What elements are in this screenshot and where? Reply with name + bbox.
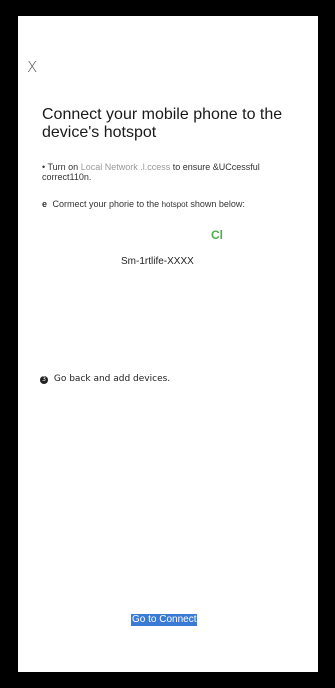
step-3-instruction: 3 Go back and add devices. [40,374,170,384]
device-frame: X Connect your mobile phone to the devic… [0,0,335,688]
wifi-icon: Cl [211,228,223,242]
step-2-hotspot-word: hotspot [161,200,188,209]
local-network-access-link[interactable]: Local Network .l.ccess [81,162,171,172]
step-2-suffix: shown below: [190,199,245,209]
step-3-text: Go back and add devices. [53,374,171,384]
step-2-instruction: e Cormect your phorie to the hotspot sho… [42,199,304,210]
hotspot-ssid: Sm-1rtlife-XXXX [121,256,194,267]
step-1-bullet: • [42,162,46,172]
go-to-connect-button[interactable]: Go to Connect [131,614,198,626]
step-3-number-badge: 3 [40,376,48,384]
step-1-instruction: • Turn on Local Network .l.ccess to ensu… [42,162,304,182]
step-1-prefix: Turn on [47,162,79,172]
step-2-bullet: e [42,199,48,209]
step-2-prefix: Cormect your phorie to the [52,199,160,209]
close-icon[interactable]: X [27,60,37,75]
hotspot-guide-screen: X Connect your mobile phone to the devic… [18,16,318,672]
page-title: Connect your mobile phone to the device'… [42,106,283,141]
